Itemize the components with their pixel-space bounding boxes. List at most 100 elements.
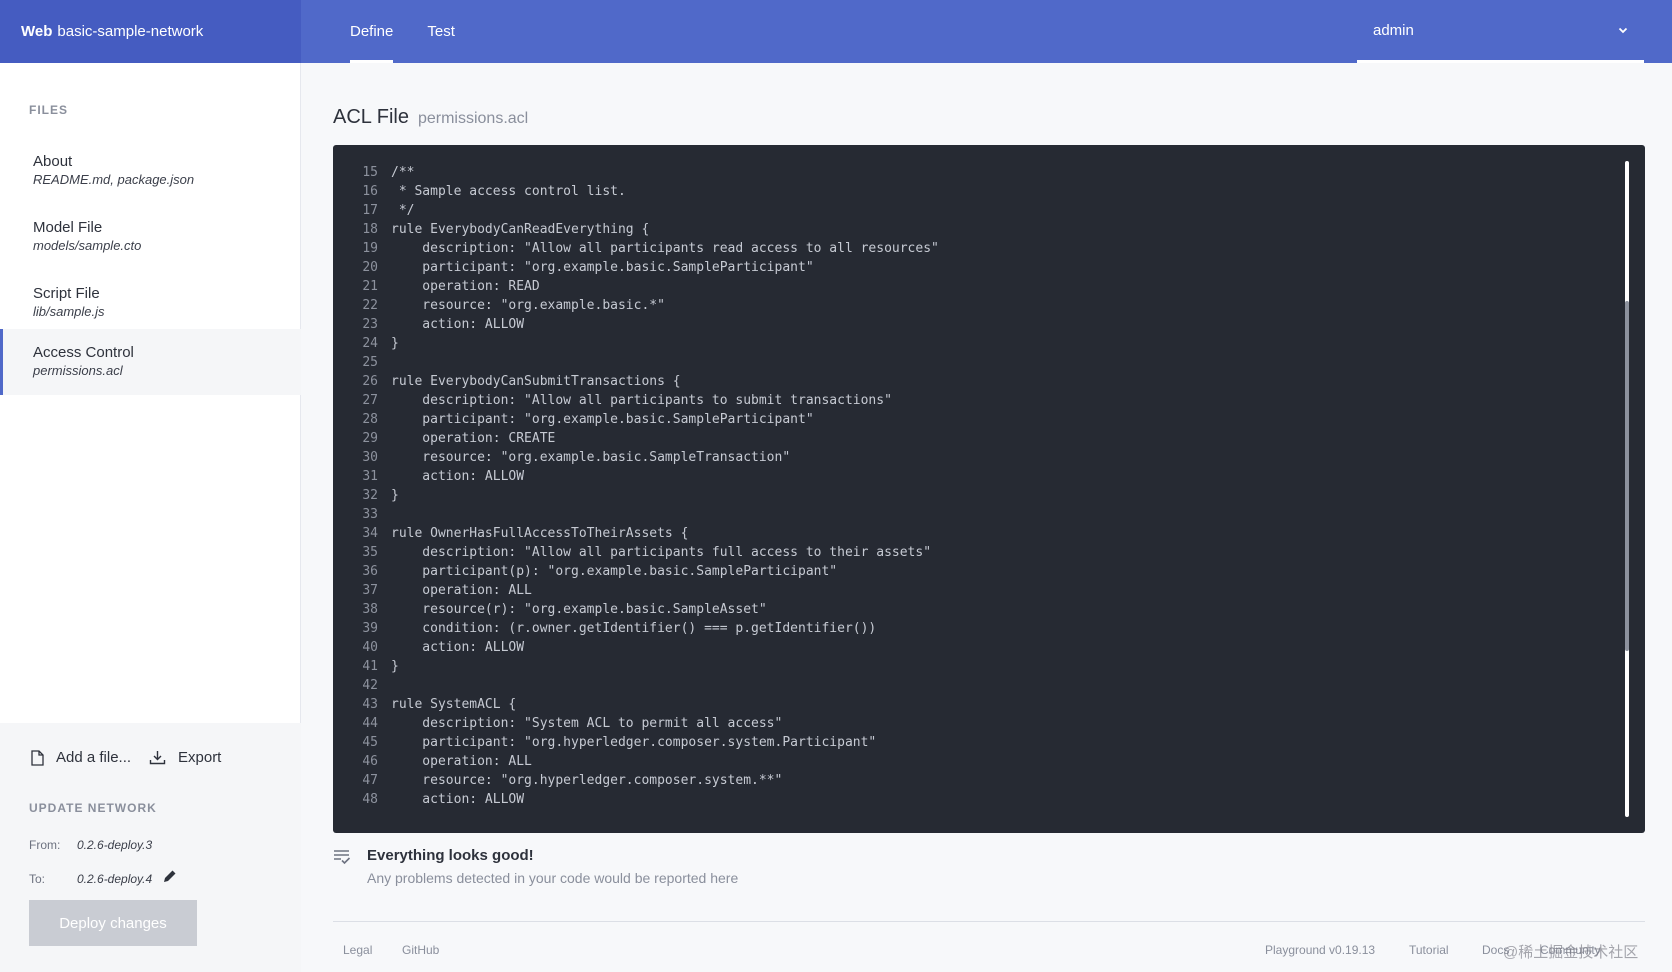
- sidebar: FILES About README.md, package.json Mode…: [0, 63, 301, 972]
- code-text: description: "Allow all participants to …: [391, 393, 892, 408]
- code-text: participant: "org.example.basic.SamplePa…: [391, 260, 814, 275]
- line-number: 29: [362, 431, 378, 446]
- tab-define[interactable]: Define: [350, 0, 394, 63]
- code-text: operation: READ: [391, 279, 540, 294]
- footer-tutorial-link[interactable]: Tutorial: [1409, 943, 1449, 957]
- code-text: operation: ALL: [391, 583, 532, 598]
- code-line: 22 resource: "org.example.basic.*": [333, 296, 939, 315]
- code-line: 46 operation: ALL: [333, 752, 939, 771]
- line-number: 48: [362, 792, 378, 807]
- tutorial-link[interactable]: Tutorial: [1409, 943, 1449, 957]
- line-number: 25: [362, 355, 378, 370]
- tab-test[interactable]: Test: [427, 0, 455, 63]
- code-line: 16 * Sample access control list.: [333, 182, 939, 201]
- code-line: 15 /**: [333, 163, 939, 182]
- line-number: 40: [362, 640, 378, 655]
- footer-legal-link[interactable]: Legal: [343, 943, 372, 957]
- code-line: 33: [333, 505, 939, 524]
- code-editor[interactable]: 15/** 16 * Sample access control list. 17 …: [333, 145, 1645, 833]
- code-text: action: ALLOW: [391, 640, 525, 655]
- add-file-button[interactable]: Add a file...: [31, 749, 131, 766]
- files-heading: FILES: [29, 103, 69, 117]
- file-item-model[interactable]: Model File models/sample.cto: [0, 204, 301, 270]
- status-subtitle: Any problems detected in your code would…: [367, 870, 739, 886]
- line-number: 26: [362, 374, 378, 389]
- file-name: permissions.acl: [417, 110, 529, 127]
- code-text: rule OwnerHasFullAccessToTheirAssets {: [391, 526, 689, 541]
- file-item-title: Model File: [33, 219, 103, 236]
- export-label: Export: [178, 749, 222, 766]
- code-line: 19 description: "Allow all participants …: [333, 239, 939, 258]
- to-version-row: To: 0.2.6-deploy.4: [29, 869, 177, 886]
- code-text: resource: "org.example.basic.*": [391, 298, 665, 313]
- file-icon: [31, 749, 44, 766]
- code-line: 42: [333, 676, 939, 695]
- code-line: 21 operation: READ: [333, 277, 939, 296]
- code-text: operation: ALL: [391, 754, 532, 769]
- to-version: 0.2.6-deploy.4: [77, 872, 153, 886]
- code-text: description: "System ACL to permit all a…: [391, 716, 783, 731]
- code-text: action: ALLOW: [391, 469, 525, 484]
- code-line: 41}: [333, 657, 939, 676]
- code-line: 27 description: "Allow all participants …: [333, 391, 939, 410]
- code-line: 44 description: "System ACL to permit al…: [333, 714, 939, 733]
- code-line: 32}: [333, 486, 939, 505]
- line-number: 19: [362, 241, 378, 256]
- code-line: 28 participant: "org.example.basic.Sampl…: [333, 410, 939, 429]
- export-button[interactable]: Export: [149, 749, 221, 766]
- code-text: */: [391, 203, 415, 218]
- legal-link[interactable]: Legal: [343, 943, 372, 957]
- user-name: admin: [1373, 21, 1414, 39]
- line-number: 34: [362, 526, 378, 541]
- file-item-title: About: [33, 153, 73, 170]
- line-number: 39: [362, 621, 378, 636]
- line-number: 37: [362, 583, 378, 598]
- line-number: 20: [362, 260, 378, 275]
- line-number: 45: [362, 735, 378, 750]
- code-line: 43 rule SystemACL {: [333, 695, 939, 714]
- code-line: 17 */: [333, 201, 939, 220]
- download-icon: [149, 751, 166, 765]
- code-line: 18 rule EverybodyCanReadEverything {: [333, 220, 939, 239]
- code-line: 24}: [333, 334, 939, 353]
- code-line: 30 resource: "org.example.basic.SampleTr…: [333, 448, 939, 467]
- line-number: 44: [362, 716, 378, 731]
- line-number: 35: [362, 545, 378, 560]
- code-text: condition: (r.owner.getIdentifier() === …: [391, 621, 877, 636]
- code-text: action: ALLOW: [391, 792, 525, 807]
- file-item-subtitle: README.md, package.json: [33, 172, 195, 187]
- file-item-access-control[interactable]: Access Control permissions.acl: [0, 329, 301, 395]
- editor-scrollbar-thumb[interactable]: [1625, 301, 1629, 651]
- code-text: * Sample access control list.: [391, 184, 626, 199]
- code-text: operation: CREATE: [391, 431, 556, 446]
- footer-github-link[interactable]: GitHub: [402, 943, 439, 957]
- code-line: 25: [333, 353, 939, 372]
- code-text: resource: "org.example.basic.SampleTrans…: [391, 450, 791, 465]
- code-line: 45 participant: "org.hyperledger.compose…: [333, 733, 939, 752]
- from-label: From:: [29, 838, 61, 852]
- brand: Web basic-sample-network: [0, 0, 301, 63]
- top-bar: Web basic-sample-network Define Test adm…: [0, 0, 1672, 63]
- code-line: 31 action: ALLOW: [333, 467, 939, 486]
- code-line: 34 rule OwnerHasFullAccessToTheirAssets {: [333, 524, 939, 543]
- file-item-about[interactable]: About README.md, package.json: [0, 138, 301, 204]
- line-number: 46: [362, 754, 378, 769]
- line-number: 38: [362, 602, 378, 617]
- code-text: action: ALLOW: [391, 317, 525, 332]
- file-item-script[interactable]: Script File lib/sample.js: [0, 270, 301, 336]
- user-dropdown[interactable]: admin: [1357, 0, 1644, 63]
- github-link[interactable]: GitHub: [402, 943, 439, 957]
- pencil-icon[interactable]: [162, 869, 177, 884]
- brand-bold: Web: [21, 23, 53, 40]
- code-text: /**: [391, 165, 415, 180]
- line-number: 36: [362, 564, 378, 579]
- code-text: }: [391, 659, 399, 674]
- deploy-changes-button[interactable]: Deploy changes: [29, 900, 197, 946]
- code-line: 40 action: ALLOW: [333, 638, 939, 657]
- line-number: 16: [362, 184, 378, 199]
- line-number: 18: [362, 222, 378, 237]
- line-number: 28: [362, 412, 378, 427]
- file-item-title: Script File: [33, 285, 100, 302]
- code-lines: 15/** 16 * Sample access control list. 17 …: [333, 163, 939, 809]
- file-heading: ACL File permissions.acl: [333, 106, 528, 129]
